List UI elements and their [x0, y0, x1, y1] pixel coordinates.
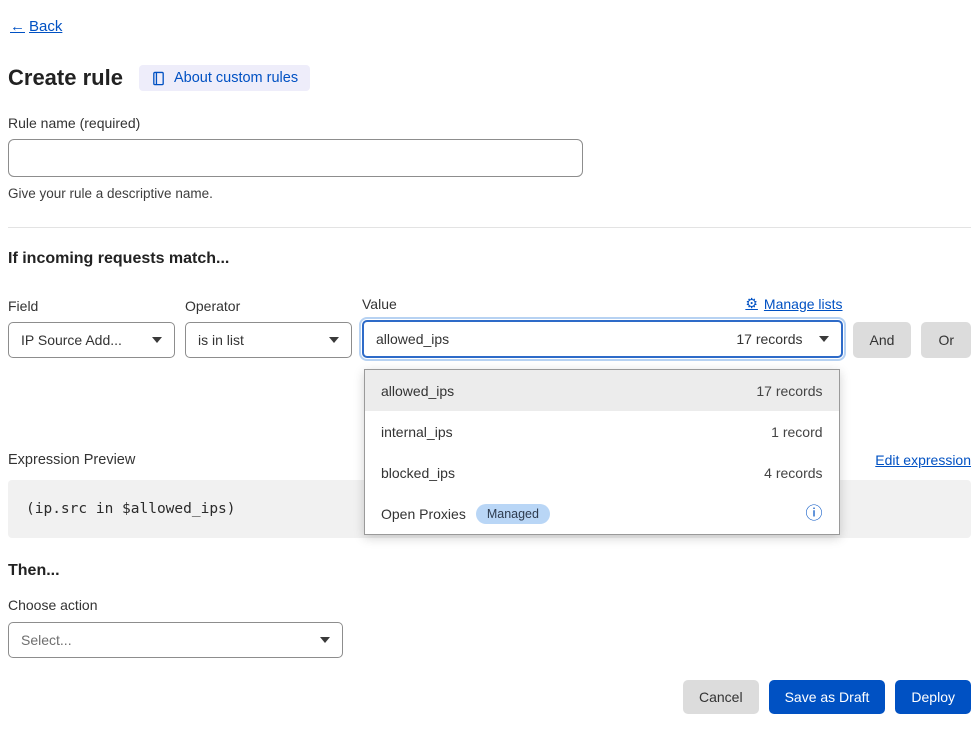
chevron-down-icon	[152, 337, 162, 343]
then-section-heading: Then...	[8, 562, 971, 580]
divider	[8, 227, 971, 228]
about-custom-rules-label: About custom rules	[174, 70, 298, 86]
list-item-name: allowed_ips	[381, 383, 454, 399]
footer-actions: Cancel Save as Draft Deploy	[8, 680, 971, 714]
operator-select[interactable]: is in list	[185, 322, 352, 358]
or-button[interactable]: Or	[921, 322, 971, 358]
chevron-down-icon	[329, 337, 339, 343]
match-section-heading: If incoming requests match...	[8, 250, 971, 268]
list-item-allowed-ips[interactable]: allowed_ips 17 records	[365, 370, 839, 411]
back-arrow-icon: ←	[10, 18, 25, 35]
action-select[interactable]: Select...	[8, 622, 343, 658]
field-select[interactable]: IP Source Add...	[8, 322, 175, 358]
list-item-blocked-ips[interactable]: blocked_ips 4 records	[365, 452, 839, 493]
value-select[interactable]: allowed_ips 17 records	[362, 320, 843, 358]
expression-code: (ip.src in $allowed_ips)	[26, 501, 236, 517]
create-rule-page: ← Back Create rule About custom rules Ru…	[0, 0, 979, 739]
operator-label: Operator	[185, 292, 352, 314]
operator-column: Operator is in list	[185, 292, 352, 358]
rule-name-input[interactable]	[8, 139, 583, 177]
info-icon[interactable]: ⓘ	[806, 505, 823, 522]
value-dropdown-menu: allowed_ips 17 records internal_ips 1 re…	[364, 369, 840, 535]
rule-name-label: Rule name (required)	[8, 115, 971, 131]
book-icon	[151, 71, 166, 86]
about-custom-rules-link[interactable]: About custom rules	[139, 65, 310, 91]
title-row: Create rule About custom rules	[8, 65, 971, 91]
back-link-label: Back	[29, 18, 62, 35]
back-link[interactable]: ← Back	[10, 18, 62, 35]
gear-icon: ⚙	[745, 295, 758, 312]
cancel-button[interactable]: Cancel	[683, 680, 759, 714]
field-column: Field IP Source Add...	[8, 292, 175, 358]
chevron-down-icon	[819, 336, 829, 342]
deploy-button[interactable]: Deploy	[895, 680, 971, 714]
list-item-internal-ips[interactable]: internal_ips 1 record	[365, 411, 839, 452]
back-row: ← Back	[10, 18, 971, 35]
expression-preview-label: Expression Preview	[8, 452, 135, 468]
action-select-placeholder: Select...	[21, 632, 72, 648]
value-label-row: Value ⚙ Manage lists	[362, 290, 843, 312]
manage-lists-link[interactable]: ⚙ Manage lists	[745, 295, 842, 312]
operator-select-value: is in list	[198, 332, 244, 348]
match-row: Field IP Source Add... Operator is in li…	[8, 290, 971, 358]
rule-name-help: Give your rule a descriptive name.	[8, 186, 971, 201]
list-item-records: 17 records	[756, 383, 822, 399]
list-item-records: 1 record	[771, 424, 822, 440]
value-column: Value ⚙ Manage lists allowed_ips 17 reco…	[362, 290, 843, 358]
rule-name-group: Rule name (required) Give your rule a de…	[8, 115, 971, 201]
list-item-open-proxies[interactable]: Open Proxies Managed ⓘ	[365, 493, 839, 534]
chevron-down-icon	[320, 637, 330, 643]
field-label: Field	[8, 292, 175, 314]
save-as-draft-button[interactable]: Save as Draft	[769, 680, 886, 714]
page-title: Create rule	[8, 65, 123, 91]
and-button[interactable]: And	[853, 322, 912, 358]
value-select-value: allowed_ips	[376, 331, 449, 347]
value-label: Value	[362, 296, 397, 312]
field-select-value: IP Source Add...	[21, 332, 122, 348]
choose-action-label: Choose action	[8, 597, 971, 613]
list-item-name: internal_ips	[381, 424, 453, 440]
list-item-name: blocked_ips	[381, 465, 455, 481]
managed-badge: Managed	[476, 504, 550, 524]
manage-lists-label: Manage lists	[764, 296, 843, 312]
list-item-left: Open Proxies Managed	[381, 504, 550, 524]
edit-expression-link[interactable]: Edit expression	[875, 452, 971, 468]
list-item-name: Open Proxies	[381, 506, 466, 522]
list-item-records: 4 records	[764, 465, 822, 481]
value-select-records: 17 records	[736, 331, 810, 347]
